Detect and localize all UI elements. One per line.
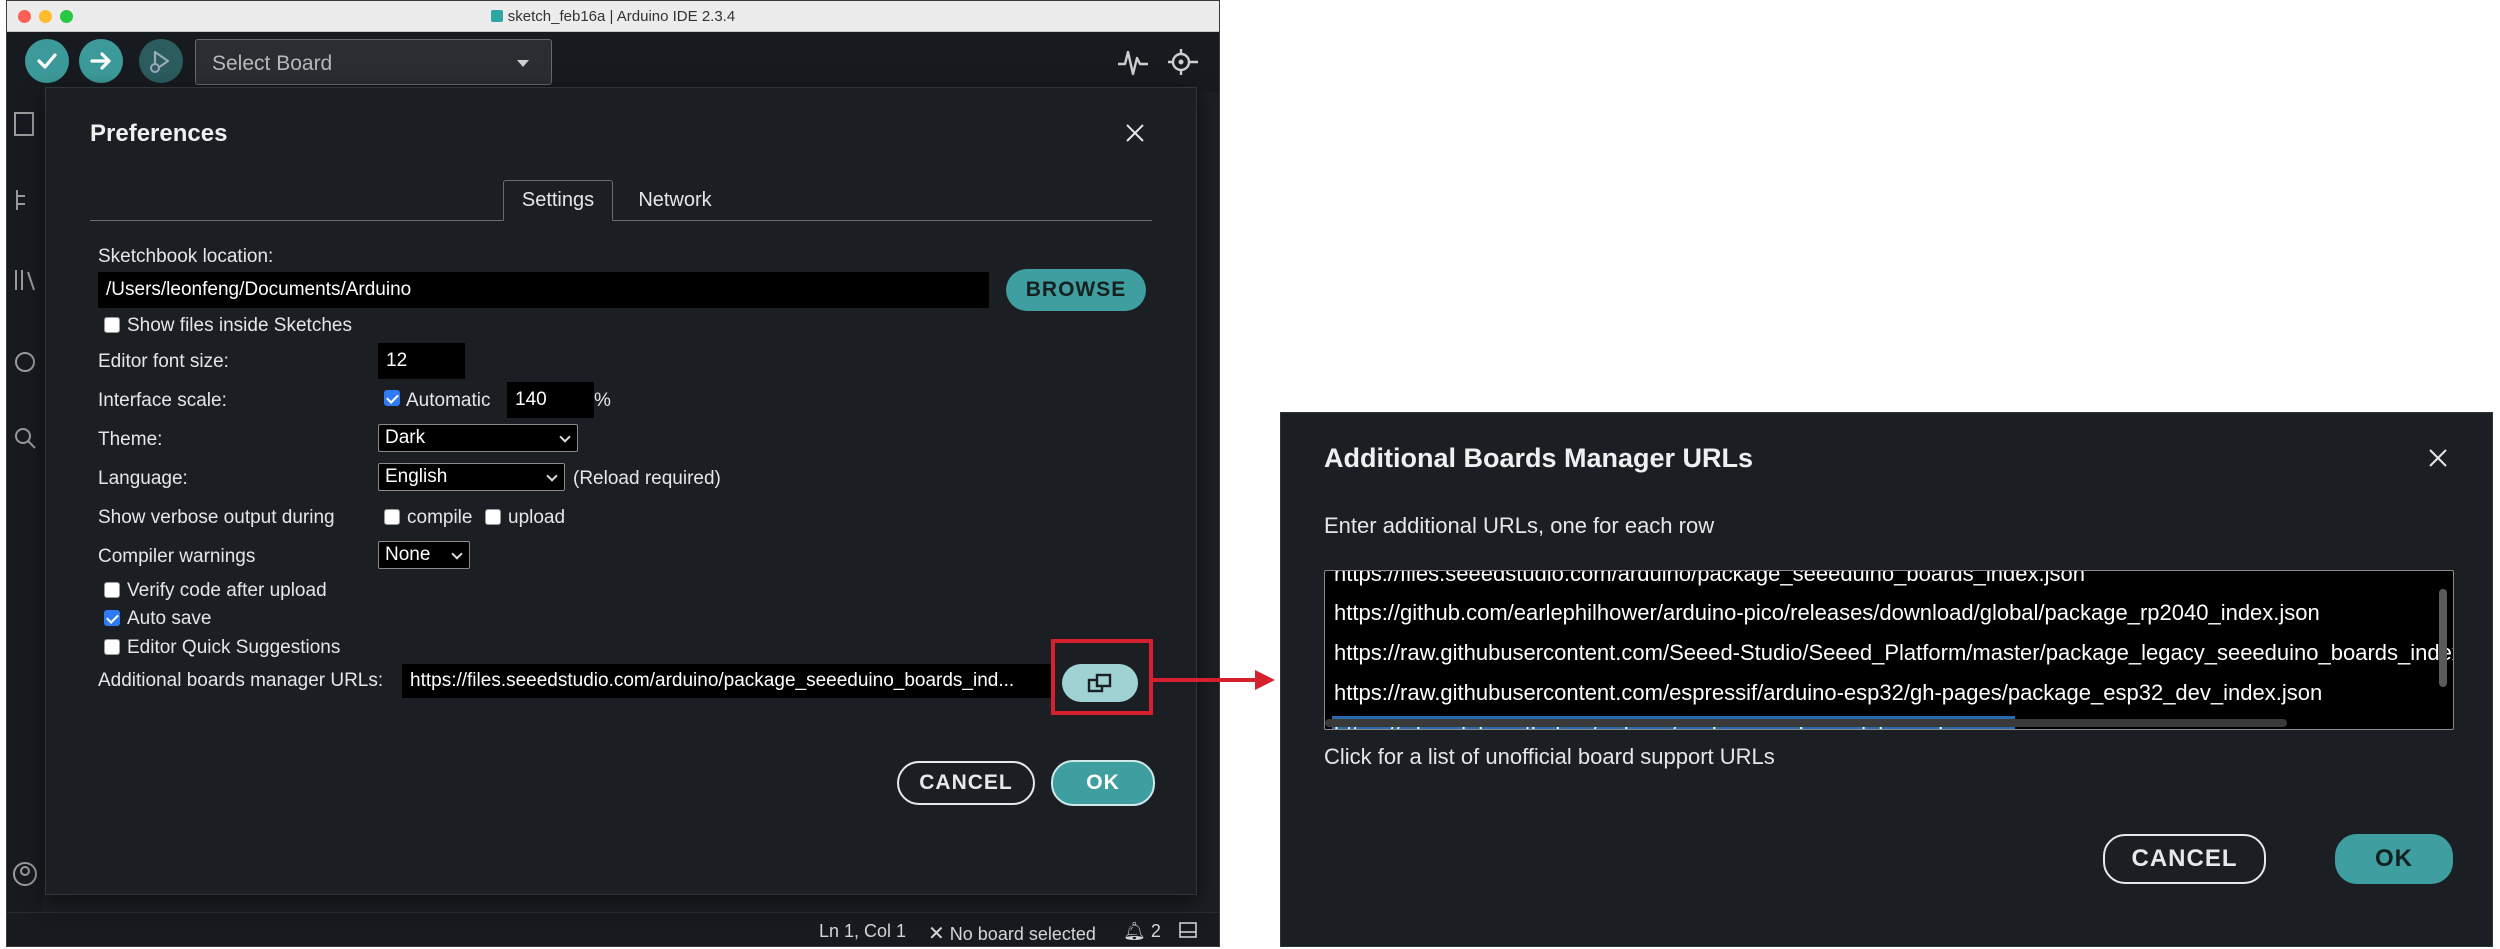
urls-ok-button[interactable]: OK — [2335, 834, 2453, 884]
scale-unit: % — [594, 390, 611, 411]
verbose-compile-checkbox[interactable] — [384, 509, 400, 525]
debug-icon[interactable] — [11, 348, 39, 376]
vertical-scrollbar[interactable] — [2439, 589, 2447, 687]
scale-label: Interface scale: — [98, 390, 227, 411]
tab-settings[interactable]: Settings — [503, 180, 613, 221]
quick-suggestions-checkbox[interactable] — [104, 639, 120, 655]
close-icon[interactable] — [2425, 445, 2451, 471]
toolbar: Select Board — [7, 32, 1219, 92]
chevron-down-icon — [451, 548, 463, 560]
board-status[interactable]: ✕ No board selected — [928, 921, 1096, 946]
verbose-compile-label: compile — [407, 507, 473, 528]
additional-urls-dialog: Additional Boards Manager URLs Enter add… — [1280, 412, 2493, 947]
notifications-count: 2 — [1150, 921, 1161, 941]
window-title: sketch_feb16a | Arduino IDE 2.3.4 — [507, 8, 736, 25]
upload-button[interactable] — [79, 39, 123, 83]
verify-label: Verify code after upload — [127, 580, 327, 601]
preferences-title: Preferences — [90, 120, 228, 147]
font-size-input[interactable]: 12 — [378, 343, 465, 379]
debug-button[interactable] — [139, 39, 183, 83]
horizontal-scrollbar[interactable] — [1325, 719, 2287, 727]
left-sidebar — [7, 92, 43, 912]
autosave-label: Auto save — [127, 608, 212, 629]
theme-value: Dark — [385, 427, 426, 448]
board-status-label: No board selected — [949, 924, 1096, 944]
warnings-label: Compiler warnings — [98, 546, 256, 567]
serial-plotter-icon[interactable] — [1115, 44, 1151, 80]
theme-select[interactable]: Dark — [378, 424, 578, 452]
account-icon[interactable] — [11, 860, 39, 888]
sketchbook-path-input[interactable]: /Users/leonfeng/Documents/Arduino — [98, 272, 989, 308]
warnings-select[interactable]: None — [378, 541, 470, 569]
debug-play-icon — [150, 50, 170, 73]
urls-input[interactable]: https://files.seeedstudio.com/arduino/pa… — [402, 664, 1052, 698]
url-line: https://raw.githubusercontent.com/Seeed-… — [1334, 640, 2454, 665]
language-note: (Reload required) — [573, 468, 721, 489]
verbose-upload-label: upload — [508, 507, 566, 528]
bell-icon: 🔔︎ — [1123, 921, 1146, 941]
title-bar: sketch_feb16a | Arduino IDE 2.3.4 — [7, 1, 1219, 32]
font-size-label: Editor font size: — [98, 351, 229, 372]
verbose-upload-checkbox[interactable] — [485, 509, 501, 525]
verify-checkbox[interactable] — [104, 582, 120, 598]
sketchbook-label: Sketchbook location: — [98, 246, 274, 267]
quick-suggestions-label: Editor Quick Suggestions — [127, 637, 341, 658]
unofficial-urls-link[interactable]: Click for a list of unofficial board sup… — [1324, 744, 1775, 770]
chevron-down-icon — [559, 431, 571, 443]
arduino-ide-window: sketch_feb16a | Arduino IDE 2.3.4 Select… — [6, 0, 1220, 947]
file-icon — [490, 10, 503, 22]
arrow-right-icon — [90, 52, 111, 70]
verbose-label: Show verbose output during — [98, 507, 335, 528]
urls-textarea[interactable]: https://files.seeedstudio.com/arduino/pa… — [1324, 570, 2454, 730]
chevron-down-icon — [517, 60, 529, 67]
preferences-dialog: Preferences Settings Network Sketchbook … — [45, 87, 1197, 895]
autosave-checkbox[interactable] — [104, 610, 120, 626]
urls-cancel-button[interactable]: CANCEL — [2103, 834, 2266, 884]
folder-icon[interactable] — [11, 110, 39, 138]
language-label: Language: — [98, 468, 188, 489]
notifications[interactable]: 🔔︎ 2 — [1123, 921, 1161, 942]
status-bar: Ln 1, Col 1 ✕ No board selected 🔔︎ 2 — [7, 912, 1219, 946]
arrow-right-icon — [1153, 670, 1275, 690]
warnings-value: None — [385, 544, 431, 565]
urls-label: Additional boards manager URLs: — [98, 670, 384, 691]
highlight-box — [1051, 639, 1153, 715]
urls-dialog-title: Additional Boards Manager URLs — [1324, 443, 1754, 473]
show-files-checkbox[interactable] — [104, 317, 120, 333]
verify-button[interactable] — [25, 39, 69, 83]
scale-automatic-checkbox[interactable] — [384, 390, 400, 406]
ok-button[interactable]: OK — [1051, 760, 1155, 806]
board-select-label: Select Board — [212, 52, 333, 75]
cancel-button[interactable]: CANCEL — [897, 761, 1035, 805]
cursor-position[interactable]: Ln 1, Col 1 — [819, 921, 906, 942]
url-line: https://github.com/earlephilhower/arduin… — [1334, 600, 2320, 625]
language-value: English — [385, 466, 448, 487]
window-title-wrap: sketch_feb16a | Arduino IDE 2.3.4 — [7, 8, 1219, 25]
close-icon[interactable] — [1122, 120, 1148, 146]
serial-monitor-icon[interactable] — [1165, 44, 1201, 80]
search-icon[interactable] — [11, 424, 39, 452]
tab-network[interactable]: Network — [620, 180, 730, 221]
scale-automatic-label: Automatic — [406, 390, 491, 411]
url-line: https://files.seeedstudio.com/arduino/pa… — [1334, 570, 2085, 586]
checkmark-icon — [37, 53, 57, 69]
theme-label: Theme: — [98, 429, 163, 450]
language-select[interactable]: English — [378, 463, 565, 491]
browse-button[interactable]: BROWSE — [1006, 269, 1146, 311]
close-icon: ✕ — [928, 923, 945, 945]
scale-input[interactable]: 140 — [507, 382, 594, 418]
boards-manager-icon[interactable] — [11, 186, 39, 214]
urls-dialog-subtitle: Enter additional URLs, one for each row — [1324, 513, 1715, 538]
chevron-down-icon — [546, 470, 558, 482]
panel-toggle-icon[interactable] — [1179, 922, 1197, 938]
board-select-dropdown[interactable]: Select Board — [195, 39, 552, 85]
url-line: https://raw.githubusercontent.com/espres… — [1334, 680, 2323, 705]
library-manager-icon[interactable] — [11, 266, 39, 294]
show-files-label: Show files inside Sketches — [127, 315, 352, 336]
